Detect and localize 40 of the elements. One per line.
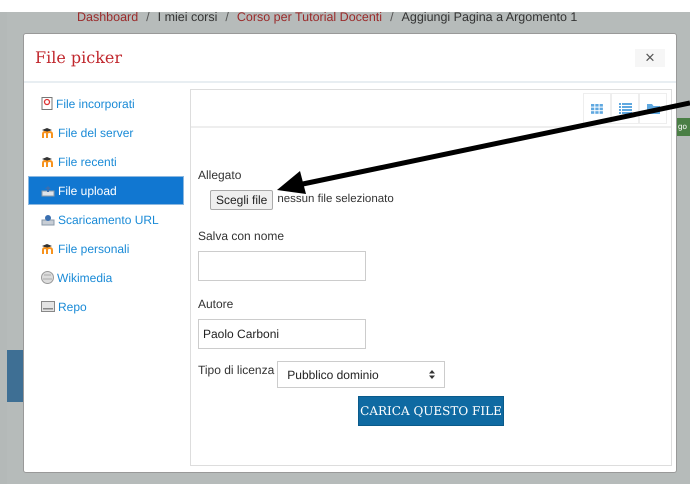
sidebar-item[interactable]: File incorporati [28, 89, 184, 118]
field-label: Salva con nome [198, 228, 286, 245]
close-button[interactable]: × [635, 48, 665, 66]
document-icon [41, 97, 53, 110]
sidebar-item[interactable]: File del server [28, 118, 184, 147]
sidebar-item[interactable]: Wikimedia [28, 263, 184, 292]
input-field[interactable] [198, 251, 366, 281]
background-bar [7, 350, 23, 402]
grid-icon [591, 104, 603, 114]
dialog-title: File picker [35, 46, 122, 68]
breadcrumb-text: I miei corsi [158, 9, 218, 26]
sidebar-item[interactable]: File recenti [28, 147, 184, 176]
sidebar-item[interactable]: File personali [28, 234, 184, 263]
tray-globe-icon [41, 214, 55, 226]
choose-file-button[interactable]: Scegli file [210, 190, 274, 210]
breadcrumb-separator: / [146, 9, 150, 26]
upload-button[interactable]: CARICA QUESTO FILE [358, 396, 504, 426]
graduation-cap-icon [41, 156, 55, 168]
globe-icon [41, 271, 54, 284]
breadcrumb-link[interactable]: Dashboard [77, 8, 138, 27]
drive-icon [41, 301, 55, 312]
field-label: Tipo di licenza [198, 362, 274, 379]
background-button[interactable]: go [677, 118, 690, 136]
list-icon [618, 103, 632, 114]
input-field[interactable]: Paolo Carboni [198, 319, 366, 349]
file-status-text: nessun file selezionato [277, 192, 394, 208]
sidebar-item[interactable]: File upload [28, 176, 184, 205]
field-label: Autore [198, 296, 234, 313]
graduation-cap-icon [41, 242, 55, 254]
license-select[interactable]: Pubblico dominio [277, 361, 446, 388]
breadcrumb-separator: / [225, 9, 229, 26]
sidebar-item[interactable]: Scaricamento URL [28, 205, 184, 234]
tray-arrow-icon [41, 184, 55, 196]
sidebar-item[interactable]: Repo [28, 292, 184, 321]
graduation-cap-icon [41, 126, 55, 138]
breadcrumb-separator: / [390, 9, 394, 26]
breadcrumb-text: Aggiungi Pagina a Argomento 1 [402, 9, 578, 26]
field-label: Allegato [198, 167, 242, 184]
breadcrumb-link[interactable]: Corso per Tutorial Docenti [236, 8, 382, 27]
updown-caret-icon [429, 370, 436, 379]
